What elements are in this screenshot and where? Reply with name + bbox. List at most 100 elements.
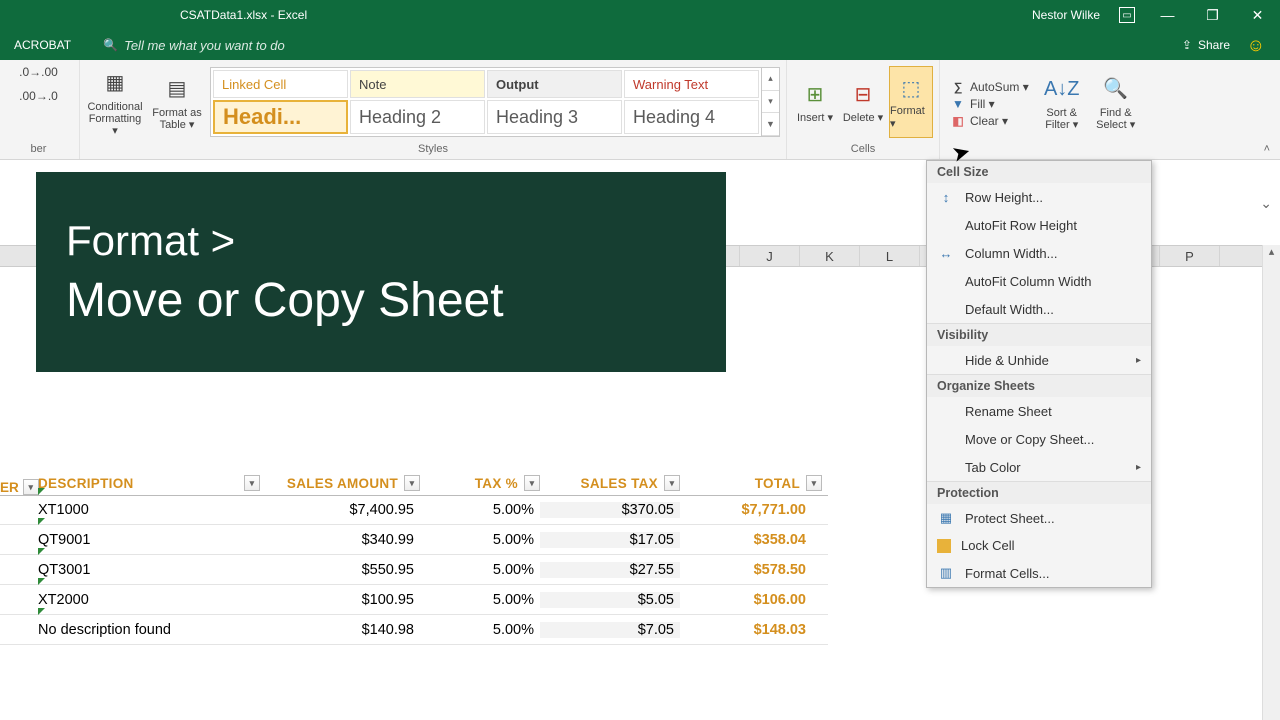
cell-tax-percent[interactable]: 5.00% <box>420 562 540 578</box>
style-heading-4[interactable]: Heading 4 <box>624 100 759 134</box>
cell-description[interactable]: XT2000 <box>0 592 260 608</box>
cell-description[interactable]: QT3001 <box>0 562 260 578</box>
filter-icon[interactable]: ▾ <box>404 475 420 491</box>
cell-total[interactable]: $578.50 <box>680 562 828 578</box>
header-total: TOTAL <box>755 476 800 491</box>
conditional-formatting-button[interactable]: ▦ Conditional Formatting ▾ <box>86 66 144 138</box>
cell-total[interactable]: $148.03 <box>680 622 828 638</box>
collapse-ribbon-icon[interactable]: ˄ <box>1264 143 1270 155</box>
menu-format-cells[interactable]: ▥Format Cells... <box>927 559 1151 587</box>
cell-tax-percent[interactable]: 5.00% <box>420 592 540 608</box>
format-cells-button[interactable]: ⬚ Format ▾ <box>889 66 933 138</box>
cell-sales-tax[interactable]: $27.55 <box>540 562 680 578</box>
filter-icon[interactable]: ▾ <box>806 475 822 491</box>
insert-cells-button[interactable]: ⊞ Insert ▾ <box>793 66 837 138</box>
clear-button[interactable]: ◧Clear ▾ <box>950 114 1029 128</box>
cell-styles-gallery[interactable]: Linked Cell Note Output Warning Text Hea… <box>210 67 762 137</box>
cell-total[interactable]: $7,771.00 <box>680 502 828 518</box>
style-heading-1[interactable]: Headi... <box>213 100 348 134</box>
table-row[interactable]: XT1000$7,400.955.00%$370.05$7,771.00 <box>0 495 828 525</box>
cell-total[interactable]: $106.00 <box>680 592 828 608</box>
format-as-table-label: Format as Table ▾ <box>148 107 206 131</box>
insert-label: Insert ▾ <box>797 111 833 124</box>
style-note[interactable]: Note <box>350 70 485 98</box>
col-l[interactable]: L <box>860 246 920 266</box>
col-p[interactable]: P <box>1160 246 1220 266</box>
cell-description[interactable]: XT1000 <box>0 502 260 518</box>
table-header-row: ER ▾ DESCRIPTION ▾ SALES AMOUNT ▾ TAX % … <box>0 467 828 495</box>
filter-icon[interactable]: ▾ <box>244 475 260 491</box>
cell-description[interactable]: No description found <box>0 622 260 638</box>
menu-rename-sheet[interactable]: Rename Sheet <box>927 397 1151 425</box>
delete-cells-button[interactable]: ⊟ Delete ▾ <box>841 66 885 138</box>
close-button[interactable]: ✕ <box>1235 0 1280 30</box>
menu-row-height[interactable]: ↕Row Height... <box>927 183 1151 211</box>
menu-column-width[interactable]: ↔Column Width... <box>927 239 1151 267</box>
menu-hide-unhide[interactable]: Hide & Unhide▸ <box>927 346 1151 374</box>
scroll-up-icon[interactable]: ▴ <box>1263 245 1280 258</box>
format-label: Format ▾ <box>890 105 932 130</box>
cell-sales-tax[interactable]: $5.05 <box>540 592 680 608</box>
table-row[interactable]: QT9001$340.995.00%$17.05$358.04 <box>0 525 828 555</box>
col-j[interactable]: J <box>740 246 800 266</box>
filter-icon[interactable]: ▾ <box>664 475 680 491</box>
styles-gallery-expand[interactable]: ▴ ▾ ▼ <box>762 67 780 137</box>
feedback-smiley-icon[interactable]: ☺ <box>1247 35 1265 56</box>
table-row[interactable]: XT2000$100.955.00%$5.05$106.00 <box>0 585 828 615</box>
format-icon: ⬚ <box>902 75 921 103</box>
cell-sales-amount[interactable]: $140.98 <box>260 622 420 638</box>
menu-default-width[interactable]: Default Width... <box>927 295 1151 323</box>
table-row[interactable]: No description found$140.985.00%$7.05$14… <box>0 615 828 645</box>
style-output[interactable]: Output <box>487 70 622 98</box>
cell-sales-tax[interactable]: $7.05 <box>540 622 680 638</box>
style-heading-2[interactable]: Heading 2 <box>350 100 485 134</box>
share-button[interactable]: ⇪ Share <box>1182 38 1230 52</box>
style-linked-cell[interactable]: Linked Cell <box>213 70 348 98</box>
menu-lock-cell[interactable]: Lock Cell <box>927 532 1151 559</box>
delete-label: Delete ▾ <box>843 111 883 124</box>
autosum-label: AutoSum ▾ <box>970 80 1029 94</box>
tab-acrobat[interactable]: ACROBAT <box>0 30 85 60</box>
cell-tax-percent[interactable]: 5.00% <box>420 502 540 518</box>
cell-tax-percent[interactable]: 5.00% <box>420 622 540 638</box>
cell-sales-tax[interactable]: $370.05 <box>540 502 680 518</box>
cell-tax-percent[interactable]: 5.00% <box>420 532 540 548</box>
cell-description[interactable]: QT9001 <box>0 532 260 548</box>
decrease-decimal-button[interactable]: .00→.0 <box>15 87 62 105</box>
fill-button[interactable]: ▼Fill ▾ <box>950 97 1029 111</box>
menu-protect-sheet[interactable]: ▦Protect Sheet... <box>927 504 1151 532</box>
filter-icon[interactable]: ▾ <box>23 479 39 495</box>
account-name[interactable]: Nestor Wilke <box>1032 8 1100 22</box>
cell-sales-amount[interactable]: $550.95 <box>260 562 420 578</box>
cell-total[interactable]: $358.04 <box>680 532 828 548</box>
format-as-table-button[interactable]: ▤ Format as Table ▾ <box>148 66 206 138</box>
cell-sales-amount[interactable]: $7,400.95 <box>260 502 420 518</box>
filter-icon[interactable]: ▾ <box>524 475 540 491</box>
cell-sales-amount[interactable]: $100.95 <box>260 592 420 608</box>
sort-filter-button[interactable]: A↓Z Sort & Filter ▾ <box>1037 66 1087 138</box>
col-k[interactable]: K <box>800 246 860 266</box>
cell-sales-amount[interactable]: $340.99 <box>260 532 420 548</box>
gallery-more-icon: ▼ <box>762 113 779 136</box>
style-warning-text[interactable]: Warning Text <box>624 70 759 98</box>
menu-autofit-column[interactable]: AutoFit Column Width <box>927 267 1151 295</box>
style-heading-3[interactable]: Heading 3 <box>487 100 622 134</box>
menu-move-copy-sheet[interactable]: Move or Copy Sheet... <box>927 425 1151 453</box>
formula-bar-expand-icon[interactable]: ⌄ <box>1260 195 1272 212</box>
ribbon-display-icon[interactable]: ▭ <box>1119 7 1135 23</box>
table-row[interactable]: QT3001$550.955.00%$27.55$578.50 <box>0 555 828 585</box>
find-select-button[interactable]: 🔍 Find & Select ▾ <box>1091 66 1141 138</box>
vertical-scrollbar[interactable]: ▴ <box>1262 245 1280 720</box>
menu-autofit-row[interactable]: AutoFit Row Height <box>927 211 1151 239</box>
autosum-button[interactable]: ∑AutoSum ▾ <box>950 80 1029 94</box>
restore-button[interactable]: ❐ <box>1190 0 1235 30</box>
tell-me-search[interactable]: Tell me what you want to do <box>124 38 285 53</box>
eraser-icon: ◧ <box>950 114 966 128</box>
error-indicator-icon <box>38 518 45 525</box>
cell-sales-tax[interactable]: $17.05 <box>540 532 680 548</box>
increase-decimal-button[interactable]: .0→.00 <box>15 63 62 81</box>
row-height-icon: ↕ <box>937 189 955 205</box>
menu-label: Rename Sheet <box>965 404 1052 419</box>
minimize-button[interactable]: — <box>1145 0 1190 30</box>
menu-tab-color[interactable]: Tab Color▸ <box>927 453 1151 481</box>
